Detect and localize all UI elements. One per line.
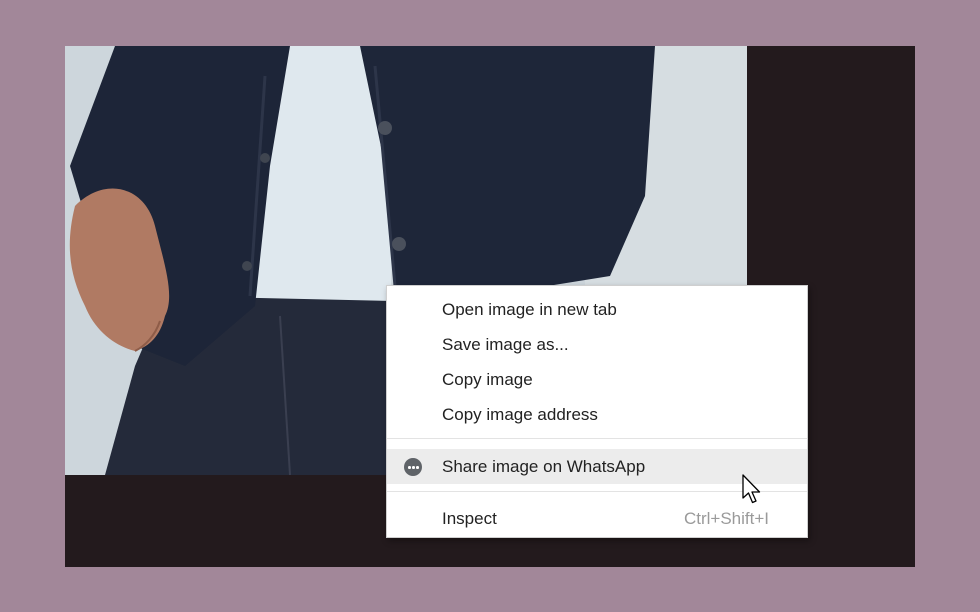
menu-item-save-image-as[interactable]: Save image as... [387,327,807,362]
menu-separator [387,438,807,439]
menu-item-label: Inspect [442,508,497,528]
whatsapp-icon [404,458,422,476]
menu-item-label: Open image in new tab [442,299,617,319]
menu-item-inspect[interactable]: Inspect Ctrl+Shift+I [387,501,807,536]
menu-item-copy-image-address[interactable]: Copy image address [387,397,807,432]
menu-item-label: Copy image address [442,404,598,424]
mouse-cursor-icon [742,474,761,504]
menu-item-shortcut: Ctrl+Shift+I [683,508,769,528]
menu-item-label: Save image as... [442,334,569,354]
menu-item-label: Share image on WhatsApp [442,456,646,476]
menu-item-copy-image[interactable]: Copy image [387,362,807,397]
menu-item-open-image-new-tab[interactable]: Open image in new tab [387,292,807,327]
menu-item-label: Copy image [442,369,533,389]
